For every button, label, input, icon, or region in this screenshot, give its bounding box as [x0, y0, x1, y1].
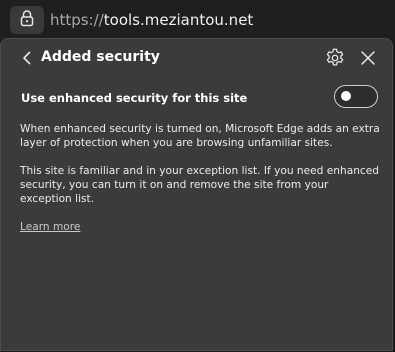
chevron-left-icon[interactable] [20, 50, 34, 66]
description-exception-list: This site is familiar and in your except… [20, 165, 379, 205]
toggle-knob [341, 91, 351, 101]
url-scheme: https:// [50, 11, 104, 29]
url-host: tools.meziantou.net [103, 11, 254, 29]
site-info-button[interactable] [10, 6, 44, 34]
description-enhanced-security: When enhanced security is turned on, Mic… [20, 123, 380, 149]
gear-icon[interactable] [324, 47, 346, 69]
lock-icon [19, 9, 35, 31]
enhanced-security-toggle[interactable] [334, 85, 378, 108]
enhanced-security-toggle-label: Use enhanced security for this site [21, 91, 248, 105]
added-security-panel: Added security Use enhanced security for… [0, 38, 393, 351]
panel-header: Added security [1, 39, 392, 77]
close-icon[interactable] [358, 48, 378, 68]
learn-more-link[interactable]: Learn more [20, 220, 80, 234]
panel-title: Added security [41, 49, 160, 65]
url-text[interactable]: https://tools.meziantou.net [50, 11, 253, 29]
address-bar: https://tools.meziantou.net [0, 0, 395, 40]
